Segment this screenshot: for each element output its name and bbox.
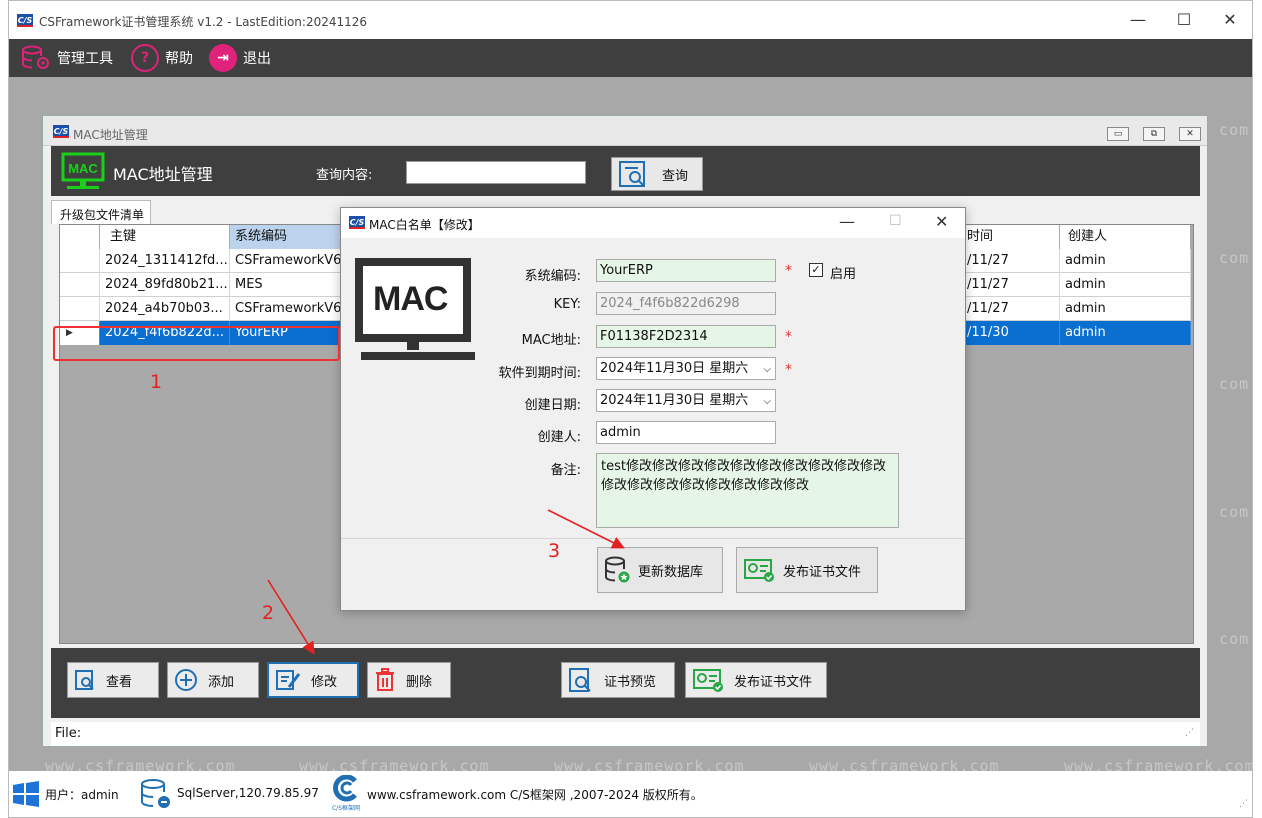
annotation-arrows — [267, 509, 625, 655]
